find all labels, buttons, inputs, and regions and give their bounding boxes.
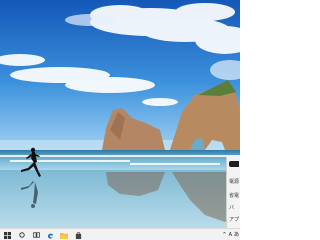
- desktop: 電源 省電 バ アプ ^ A あ: [0, 0, 240, 240]
- system-tray: ^ A あ: [222, 230, 239, 240]
- taskbar: ^ A あ: [0, 228, 240, 240]
- edge-browser-icon: [47, 233, 53, 239]
- store-icon: [75, 231, 81, 239]
- search-icon: [19, 232, 25, 238]
- ime-mode-indicator[interactable]: あ: [234, 230, 239, 240]
- ime-indicator[interactable]: A: [229, 230, 232, 240]
- start-button[interactable]: [1, 230, 13, 240]
- windows-logo-icon: [3, 231, 11, 239]
- battery-icon: [229, 161, 239, 167]
- file-explorer-icon: [60, 232, 68, 239]
- flyout-line-4[interactable]: アプ: [229, 217, 239, 223]
- task-view-button[interactable]: [31, 230, 41, 240]
- battery-flyout-panel: 電源 省電 バ アプ: [226, 157, 240, 228]
- file-explorer-button[interactable]: [58, 230, 70, 240]
- desktop-wallpaper: [0, 0, 240, 228]
- flyout-line-3: バ: [229, 205, 235, 211]
- flyout-line-1: 電源: [229, 179, 240, 185]
- search-button[interactable]: [17, 230, 27, 240]
- task-view-icon: [32, 232, 40, 238]
- store-button[interactable]: [73, 230, 83, 240]
- flyout-line-2[interactable]: 省電: [229, 193, 239, 199]
- edge-browser-button[interactable]: [45, 230, 55, 240]
- show-hidden-icons-chevron[interactable]: ^: [222, 230, 226, 240]
